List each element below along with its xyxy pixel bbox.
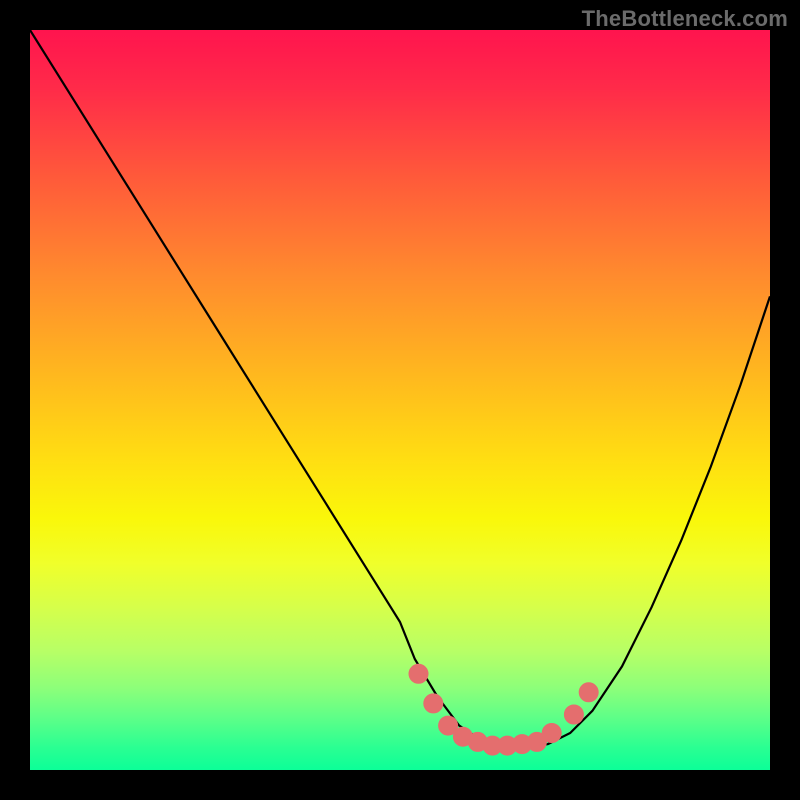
- marker-dot: [579, 683, 598, 702]
- bottom-markers: [409, 664, 598, 755]
- chart-svg: [30, 30, 770, 770]
- plot-area: [30, 30, 770, 770]
- marker-dot: [564, 705, 583, 724]
- chart-frame: TheBottleneck.com: [0, 0, 800, 800]
- watermark-text: TheBottleneck.com: [582, 6, 788, 32]
- marker-dot: [409, 664, 428, 683]
- bottleneck-curve: [30, 30, 770, 748]
- marker-dot: [424, 694, 443, 713]
- marker-dot: [542, 724, 561, 743]
